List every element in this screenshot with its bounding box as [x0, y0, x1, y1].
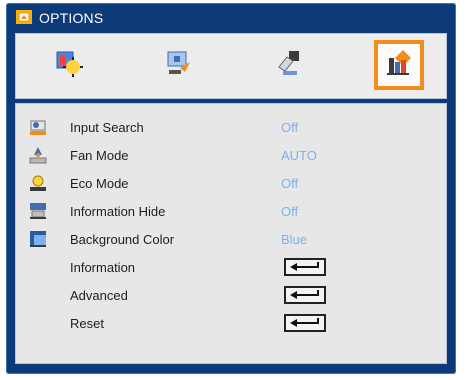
options-menu-icon [15, 9, 33, 25]
tab-image[interactable] [44, 40, 94, 90]
info-hide-icon [28, 201, 48, 221]
enter-button[interactable] [284, 286, 326, 304]
tab-options[interactable] [374, 40, 424, 90]
menu-item-label: Advanced [70, 287, 128, 303]
display-settings-icon [165, 49, 193, 82]
tab-display[interactable] [154, 40, 204, 90]
menu-item-label: Background Color [70, 231, 175, 247]
enter-arrow-icon [288, 258, 322, 276]
menu-item-value: Off [281, 119, 299, 135]
image-settings-icon [55, 49, 83, 82]
menu-row-information-hide[interactable]: Information Hide Off [16, 197, 446, 225]
title-bar: OPTIONS [15, 5, 445, 31]
menu-item-label: Information Hide [70, 203, 166, 219]
window-title: OPTIONS [39, 10, 104, 26]
menu-row-background-color[interactable]: Background Color Blue [16, 225, 446, 253]
menu-tabs [15, 33, 447, 99]
enter-arrow-icon [288, 314, 322, 332]
menu-item-label: Information [70, 259, 136, 275]
menu-row-input-search[interactable]: Input Search Off [16, 113, 446, 141]
menu-row-eco-mode[interactable]: Eco Mode Off [16, 169, 446, 197]
menu-item-value: Blue [281, 231, 308, 247]
options-icon [384, 48, 414, 83]
options-menu: Input Search Off Fan Mode AUTO Eco Mode … [15, 103, 447, 364]
menu-row-reset[interactable]: Reset [16, 309, 446, 337]
enter-button[interactable] [284, 258, 326, 276]
tab-setup[interactable] [264, 40, 314, 90]
menu-item-value: AUTO [281, 147, 317, 163]
osd-window: OPTIONS Input Search Off Fan Mode AUTO E… [6, 3, 456, 374]
menu-row-information[interactable]: Information [16, 253, 446, 281]
eco-mode-icon [28, 173, 48, 193]
menu-item-value: Off [281, 175, 299, 191]
menu-item-label: Input Search [70, 119, 144, 135]
menu-item-label: Fan Mode [70, 147, 129, 163]
enter-button[interactable] [284, 314, 326, 332]
background-color-icon [28, 229, 48, 249]
input-search-icon [28, 117, 48, 137]
menu-row-advanced[interactable]: Advanced [16, 281, 446, 309]
menu-row-fan-mode[interactable]: Fan Mode AUTO [16, 141, 446, 169]
menu-item-label: Reset [70, 315, 104, 331]
enter-arrow-icon [288, 286, 322, 304]
menu-item-value: Off [281, 203, 299, 219]
setup-settings-icon [275, 49, 303, 82]
fan-icon [28, 145, 48, 165]
menu-item-label: Eco Mode [70, 175, 129, 191]
